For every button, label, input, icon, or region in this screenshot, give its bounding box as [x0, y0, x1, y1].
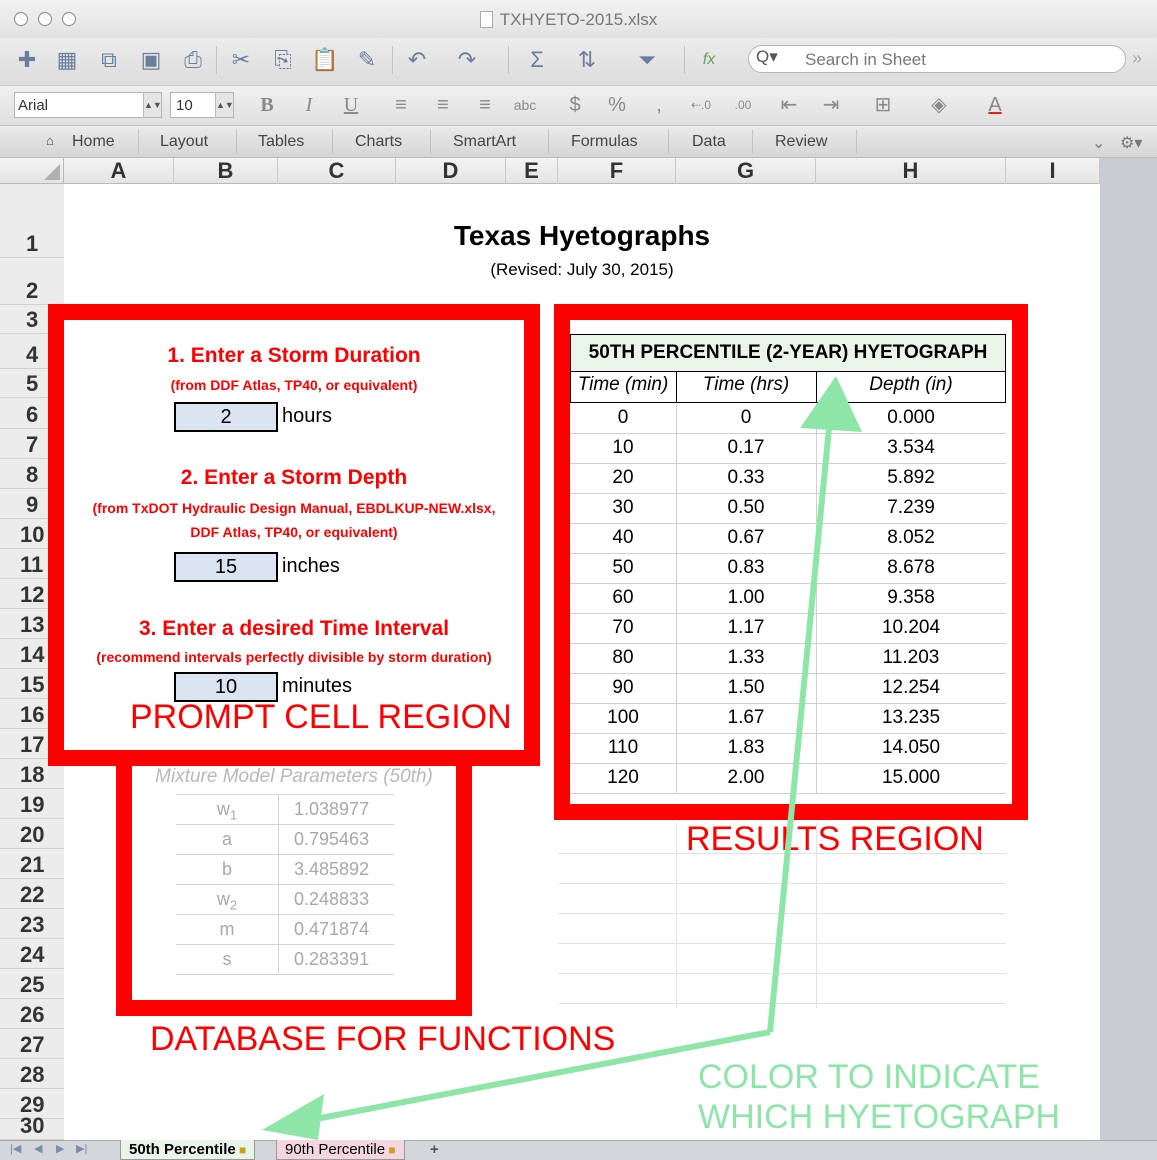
sheet-tab-label: 90th Percentile: [285, 1141, 386, 1158]
lock-icon: ■: [385, 1143, 396, 1157]
annotation-line1: COLOR TO INDICATE: [698, 1058, 1040, 1096]
prev-sheet-icon[interactable]: ◀: [34, 1142, 42, 1155]
arrowhead-results: [800, 376, 862, 432]
arrowhead-tab: [262, 1094, 324, 1140]
annotation-arrows: [262, 376, 862, 1140]
lock-icon: ■: [235, 1143, 247, 1157]
sheet-tab-50th[interactable]: 50th Percentile ■: [120, 1140, 256, 1160]
sheet-tab-label: 50th Percentile: [129, 1141, 236, 1158]
sheet-tab-90th[interactable]: 90th Percentile ■: [276, 1140, 405, 1160]
last-sheet-icon[interactable]: ▶|: [76, 1142, 87, 1155]
annotation-line2: WHICH HYETOGRAPH: [698, 1098, 1061, 1136]
first-sheet-icon[interactable]: |◀: [10, 1142, 21, 1155]
arrow-to-results: [767, 417, 833, 1033]
add-sheet-icon[interactable]: +: [422, 1140, 447, 1160]
next-sheet-icon[interactable]: ▶: [56, 1142, 64, 1155]
